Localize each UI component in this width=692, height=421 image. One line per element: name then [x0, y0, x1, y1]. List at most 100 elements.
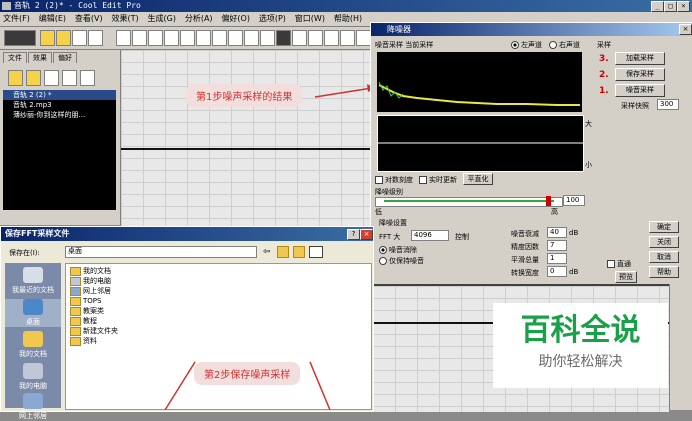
- computer-icon: [70, 276, 81, 286]
- radio-icon: [379, 257, 387, 265]
- save-in-select[interactable]: 桌面: [65, 246, 257, 258]
- fft-label: FFT 大: [379, 233, 401, 241]
- watermark: 百科全说 助你轻松解决: [493, 303, 668, 388]
- my-docs-icon: [23, 331, 43, 347]
- bypass-checkbox[interactable]: 直通: [607, 259, 631, 269]
- keep-noise-radio[interactable]: 仅保持噪音: [379, 256, 424, 266]
- folder-icon: [70, 296, 81, 306]
- view-menu-icon[interactable]: [309, 246, 323, 258]
- transition-label: 转换宽度: [511, 269, 539, 277]
- attenuation-input[interactable]: 40: [547, 227, 567, 238]
- flatten-button[interactable]: 平直化: [463, 173, 493, 185]
- level-low-label: 低: [375, 208, 382, 216]
- place-network[interactable]: 网上邻居: [5, 393, 61, 421]
- arrow-line-1: [314, 87, 373, 98]
- up-folder-icon[interactable]: [277, 246, 289, 258]
- reduction-graph-line: [378, 142, 583, 144]
- level-label: 降噪级别: [375, 188, 403, 196]
- smoothing-input[interactable]: 1: [547, 253, 567, 264]
- radio-icon: [549, 41, 557, 49]
- transition-input[interactable]: 0: [547, 266, 567, 277]
- precision-input[interactable]: 7: [547, 240, 567, 251]
- noise-close-icon[interactable]: ×: [679, 24, 692, 35]
- checkbox-icon: [607, 260, 615, 268]
- preview-button[interactable]: 预览: [615, 271, 637, 283]
- place-my-computer[interactable]: 我的电脑: [5, 363, 61, 391]
- step2-number: 2.: [599, 70, 609, 80]
- fft-select[interactable]: 4096: [411, 230, 449, 241]
- folder-icon: [70, 316, 81, 326]
- step3-number: 3.: [599, 54, 609, 64]
- close-dialog-button[interactable]: 关闭: [649, 236, 679, 248]
- list-item[interactable]: 我的文档: [70, 266, 111, 276]
- folder-icon: [70, 336, 81, 346]
- save-close-icon[interactable]: ×: [360, 229, 373, 240]
- smoothing-label: 平滑总量: [511, 256, 539, 264]
- attenuation-label: 噪音衰减: [511, 230, 539, 238]
- desktop-icon: [23, 299, 43, 315]
- back-icon[interactable]: ⇦: [263, 247, 271, 257]
- watermark-subtitle: 助你轻松解决: [538, 354, 623, 370]
- place-desktop[interactable]: 桌面: [5, 299, 61, 327]
- my-computer-icon: [23, 363, 43, 379]
- low-label: 小: [585, 161, 592, 169]
- sampling-group-label: 采样: [597, 41, 611, 49]
- list-item[interactable]: 教程: [70, 316, 97, 326]
- live-update-checkbox[interactable]: 实时更新: [419, 175, 457, 185]
- network-icon: [70, 286, 81, 296]
- ok-button[interactable]: 确定: [649, 221, 679, 233]
- new-folder-icon[interactable]: [293, 246, 305, 258]
- watermark-title: 百科全说: [520, 313, 641, 348]
- level-track: [384, 200, 554, 202]
- get-sample-button[interactable]: 噪音采样: [615, 84, 665, 97]
- recent-docs-icon: [23, 267, 43, 283]
- save-in-label: 保存在(I):: [9, 249, 40, 257]
- checkbox-icon: [375, 176, 383, 184]
- settings-group-label: 降噪设置: [379, 219, 407, 227]
- save-sample-button[interactable]: 保存采样: [615, 68, 665, 81]
- vertical-scrollbar[interactable]: [669, 284, 692, 410]
- noise-profile-curve: [378, 81, 580, 106]
- radio-icon: [379, 246, 387, 254]
- folder-icon: [70, 326, 81, 336]
- noise-dialog-title: 降噪器: [371, 23, 692, 36]
- snapshots-label: 采样快照: [621, 102, 649, 110]
- file-browser: 我的文档 我的电脑 网上邻居 TOPS 教案类 教程 新建文件夹 资料 第2步保…: [65, 263, 372, 410]
- reduction-graph[interactable]: [377, 115, 584, 172]
- log-scale-checkbox[interactable]: 对数刻度: [375, 175, 413, 185]
- radio-icon: [511, 41, 519, 49]
- folder-icon: [70, 306, 81, 316]
- place-recent[interactable]: 我最近的文档: [5, 267, 61, 295]
- level-high-label: 高: [551, 208, 558, 216]
- left-channel-radio[interactable]: 左声道: [511, 40, 542, 50]
- noise-reduction-dialog: 降噪器 × 噪音采样 当前采样 左声道 右声道 大 小 对数刻度 实时更新 平直…: [370, 22, 692, 286]
- attenuation-unit: dB: [569, 229, 579, 237]
- level-input[interactable]: 100: [563, 195, 585, 206]
- right-channel-radio[interactable]: 右声道: [549, 40, 580, 50]
- place-my-docs[interactable]: 我的文档: [5, 331, 61, 359]
- list-item[interactable]: 网上邻居: [70, 286, 111, 296]
- list-item[interactable]: 教案类: [70, 306, 104, 316]
- step1-number: 1.: [599, 86, 609, 96]
- list-item[interactable]: 新建文件夹: [70, 326, 118, 336]
- network-icon: [23, 393, 43, 409]
- save-help-icon[interactable]: ?: [347, 229, 360, 240]
- save-fft-dialog: 保存FFT采样文件 ? × 保存在(I): 桌面 ⇦ 我最近的文档 桌面 我的文…: [0, 226, 374, 420]
- list-item[interactable]: 我的电脑: [70, 276, 111, 286]
- list-item[interactable]: 资料: [70, 336, 97, 346]
- load-sample-button[interactable]: 加载采样: [615, 52, 665, 65]
- noise-profile-graph: [377, 52, 582, 112]
- cancel-button[interactable]: 取消: [649, 251, 679, 263]
- places-bar: 我最近的文档 桌面 我的文档 我的电脑 网上邻居: [5, 263, 61, 420]
- control-label: 控制: [455, 233, 469, 241]
- level-thumb[interactable]: [546, 196, 551, 206]
- profile-label: 噪音采样 当前采样: [375, 41, 434, 49]
- snapshots-input[interactable]: 300: [657, 99, 679, 110]
- folder-icon: [70, 266, 81, 276]
- list-item[interactable]: TOPS: [70, 296, 101, 306]
- remove-noise-radio[interactable]: 噪音消除: [379, 245, 417, 255]
- level-slider[interactable]: [375, 196, 563, 207]
- help-button[interactable]: 帮助: [649, 266, 679, 278]
- save-dialog-title: 保存FFT采样文件: [1, 227, 373, 241]
- precision-label: 精度因数: [511, 243, 539, 251]
